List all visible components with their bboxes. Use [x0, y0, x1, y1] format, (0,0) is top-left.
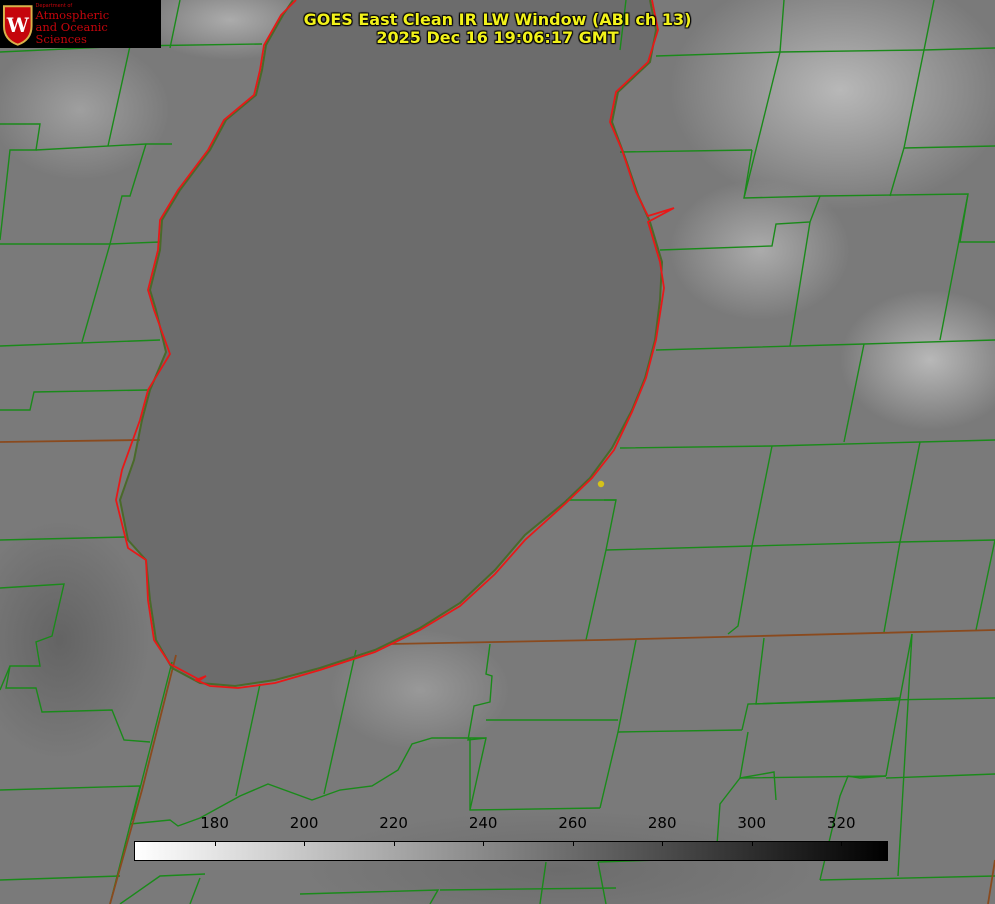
- uw-crest-icon: W: [2, 5, 33, 46]
- image-title: GOES East Clean IR LW Window (ABI ch 13)…: [240, 11, 755, 47]
- temperature-colorbar: [134, 841, 888, 861]
- satellite-map: W Department of Atmospheric and Oceanic …: [0, 0, 995, 904]
- title-line-1: GOES East Clean IR LW Window (ABI ch 13): [303, 10, 692, 29]
- colorbar-tick-mark: [572, 842, 574, 846]
- colorbar-tick-labels: 180 200 220 240 260 280 300 320: [0, 814, 995, 834]
- colorbar-tick-label: 180: [200, 814, 229, 832]
- colorbar-tick-label: 320: [826, 814, 856, 832]
- title-timestamp: 2025 Dec 16 19:06:17 GMT: [376, 28, 619, 47]
- location-marker: [597, 480, 605, 488]
- colorbar-tick-mark: [841, 842, 843, 846]
- colorbar-tick-label: 260: [558, 814, 587, 832]
- colorbar-tick-label: 240: [468, 814, 498, 832]
- logo-text: Department of Atmospheric and Oceanic Sc…: [36, 3, 161, 45]
- aos-logo: W Department of Atmospheric and Oceanic …: [0, 0, 161, 48]
- colorbar-tick-label: 200: [289, 814, 319, 832]
- colorbar-tick-mark: [393, 842, 395, 846]
- colorbar-tick-mark: [662, 842, 664, 846]
- colorbar-tick-mark: [483, 842, 485, 846]
- colorbar-tick-mark: [214, 842, 216, 846]
- colorbar-tick-mark: [751, 842, 753, 846]
- colorbar-tick-label: 220: [379, 814, 408, 832]
- colorbar-tick-label: 280: [647, 814, 677, 832]
- map-canvas: [0, 0, 995, 904]
- cloud-patch: [670, 180, 850, 320]
- colorbar-tick-label: 300: [737, 814, 767, 832]
- colorbar-tick-mark: [304, 842, 306, 846]
- logo-line-2: and Oceanic Sciences: [35, 20, 108, 46]
- svg-text:W: W: [6, 14, 30, 37]
